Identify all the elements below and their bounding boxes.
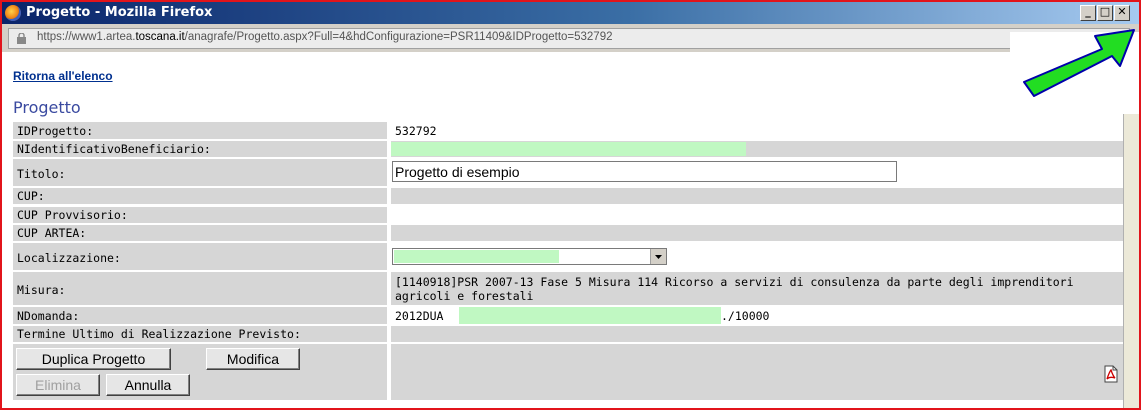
localizzazione-redacted xyxy=(394,250,559,263)
elimina-button: Elimina xyxy=(16,374,100,396)
row-cup-provvisorio: CUP Provvisorio: xyxy=(13,207,1123,223)
url-bar: https://www1.artea.toscana.it/anagrafe/P… xyxy=(2,24,1139,52)
row-localizzazione: Localizzazione: xyxy=(13,243,1123,270)
ndomanda-label: NDomanda: xyxy=(17,309,80,323)
page-content: Ritorna all'elenco Progetto IDProgetto: … xyxy=(2,52,1123,408)
url-domain: toscana.it xyxy=(135,31,185,43)
row-titolo: Titolo: Progetto di esempio xyxy=(13,159,1123,186)
title-bar: Progetto - Mozilla Firefox _ □ ✕ xyxy=(2,2,1139,24)
maximize-button[interactable]: □ xyxy=(1097,5,1113,21)
row-termine: Termine Ultimo di Realizzazione Previsto… xyxy=(13,326,1123,342)
url-prefix: https://www1.artea. xyxy=(37,31,136,43)
back-to-list-link[interactable]: Ritorna all'elenco xyxy=(13,69,113,83)
page-title: Progetto xyxy=(13,98,81,117)
row-beneficiario: NIdentificativoBeneficiario: xyxy=(13,141,1123,157)
misura-line-1: [1140918]PSR 2007-13 Fase 5 Misura 114 R… xyxy=(395,275,1074,289)
titolo-label: Titolo: xyxy=(17,167,66,181)
ndomanda-prefix: 2012DUA xyxy=(395,309,444,323)
titolo-input[interactable]: Progetto di esempio xyxy=(392,161,897,182)
cup-provvisorio-label: CUP Provvisorio: xyxy=(17,208,128,222)
ndomanda-suffix: ./10000 xyxy=(721,309,770,323)
lock-icon xyxy=(17,33,26,44)
duplica-progetto-button[interactable]: Duplica Progetto xyxy=(16,348,171,370)
cup-label: CUP: xyxy=(17,189,45,203)
termine-label: Termine Ultimo di Realizzazione Previsto… xyxy=(17,327,301,341)
row-cup-artea: CUP ARTEA: xyxy=(13,225,1123,241)
address-field[interactable]: https://www1.artea.toscana.it/anagrafe/P… xyxy=(8,28,1130,49)
annotation-arrow-icon xyxy=(1010,29,1139,114)
minimize-button[interactable]: _ xyxy=(1080,5,1096,21)
cup-artea-label: CUP ARTEA: xyxy=(17,226,87,240)
url-path: /anagrafe/Progetto.aspx?Full=4&hdConfigu… xyxy=(184,31,613,43)
misura-line-2: agricoli e forestali xyxy=(395,289,534,303)
chevron-down-icon[interactable] xyxy=(650,249,666,264)
url-text: https://www1.artea.toscana.it/anagrafe/P… xyxy=(37,31,613,43)
misura-label: Misura: xyxy=(17,283,66,297)
pdf-icon[interactable] xyxy=(1103,365,1119,383)
window-title: Progetto - Mozilla Firefox xyxy=(26,5,213,20)
id-progetto-label: IDProgetto: xyxy=(17,124,94,138)
localizzazione-select[interactable] xyxy=(392,248,667,265)
row-cup: CUP: xyxy=(13,188,1123,204)
browser-window: Progetto - Mozilla Firefox _ □ ✕ https:/… xyxy=(0,0,1141,410)
close-button[interactable]: ✕ xyxy=(1114,5,1130,21)
id-progetto-value: 532792 xyxy=(395,124,437,138)
firefox-logo-icon xyxy=(5,5,21,21)
beneficiario-label: NIdentificativoBeneficiario: xyxy=(17,142,211,156)
beneficiario-redacted xyxy=(391,142,746,156)
ndomanda-redacted xyxy=(459,307,721,324)
row-misura: Misura: [1140918]PSR 2007-13 Fase 5 Misu… xyxy=(13,272,1123,305)
annulla-button[interactable]: Annulla xyxy=(106,374,190,396)
localizzazione-label: Localizzazione: xyxy=(17,251,121,265)
row-id-progetto: IDProgetto: 532792 xyxy=(13,122,1123,139)
modifica-button[interactable]: Modifica xyxy=(206,348,300,370)
row-ndomanda: NDomanda: 2012DUA ./10000 xyxy=(13,307,1123,324)
